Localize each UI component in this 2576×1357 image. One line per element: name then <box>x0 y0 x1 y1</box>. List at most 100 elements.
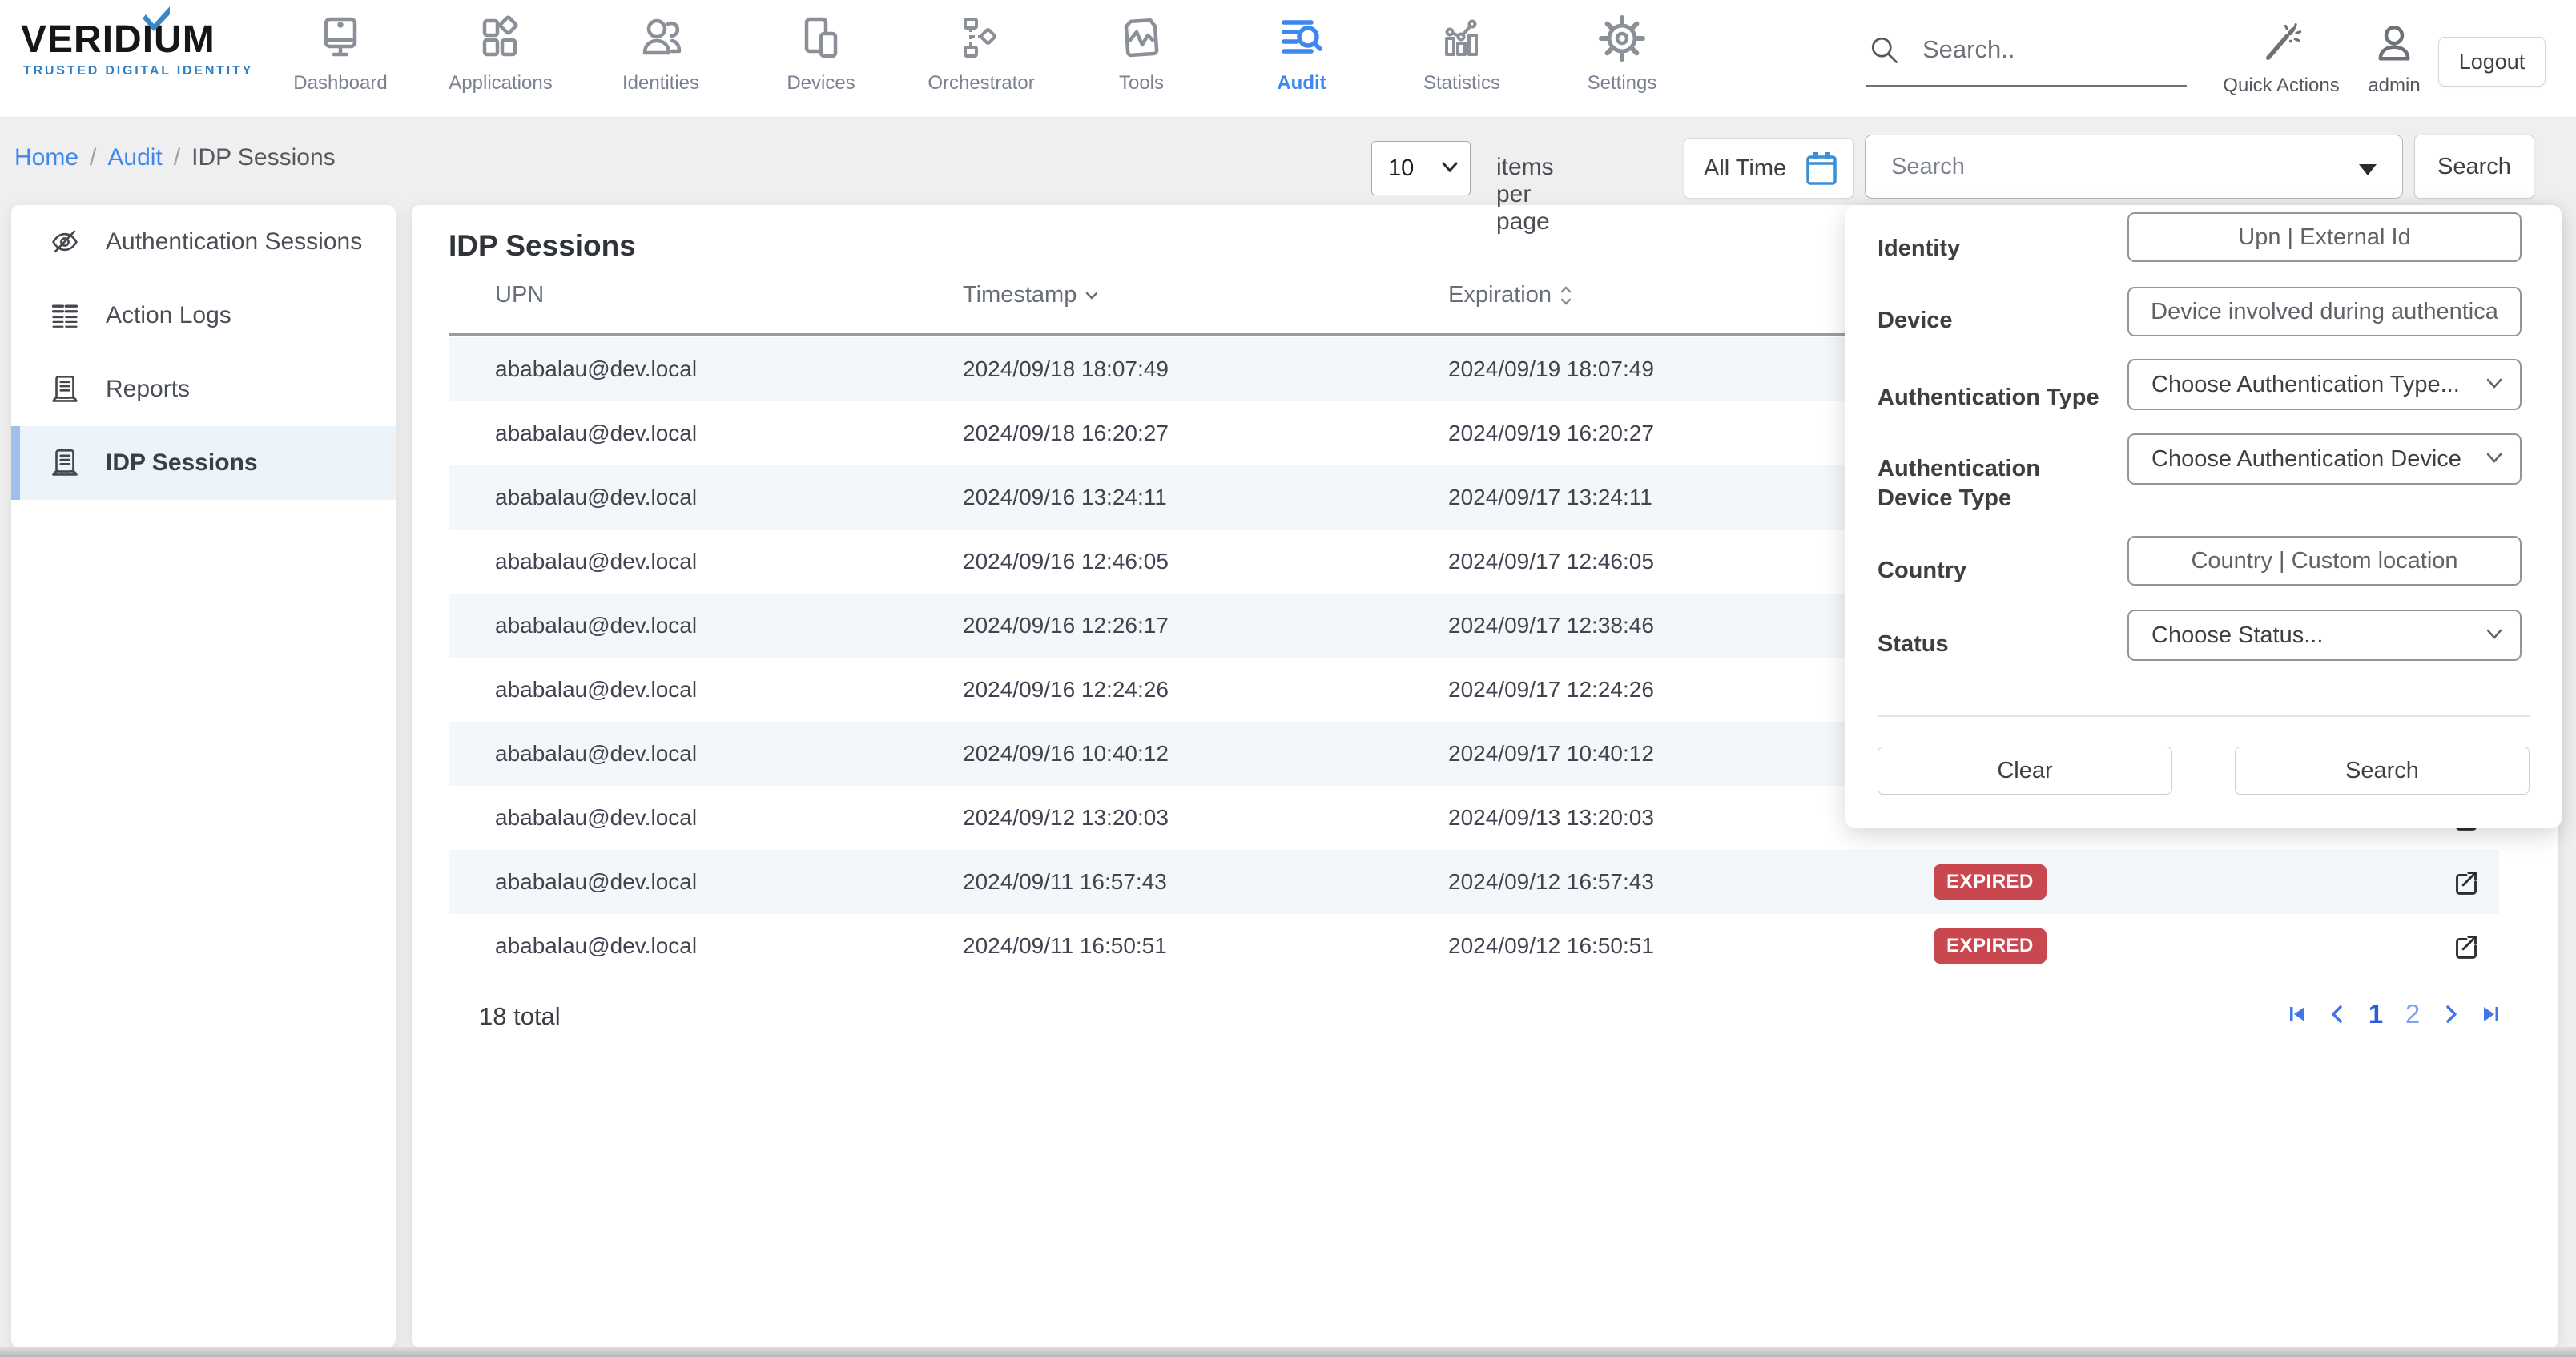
cell-timestamp: 2024/09/16 12:26:17 <box>963 594 1169 658</box>
cell-expiration: 2024/09/17 10:40:12 <box>1448 722 1654 786</box>
sidebar-item-idp-sessions[interactable]: IDP Sessions <box>11 426 396 500</box>
open-session-icon[interactable] <box>2448 864 2485 900</box>
cell-upn: ababalau@dev.local <box>495 914 697 978</box>
advanced-search-input[interactable] <box>1891 154 2324 180</box>
select-value: Choose Authentication Device <box>2151 446 2461 473</box>
advanced-search-combobox[interactable] <box>1865 135 2403 199</box>
country-filter-input[interactable] <box>2129 538 2520 584</box>
nav-item-tools[interactable]: Tools <box>1061 0 1222 118</box>
audit-icon <box>1276 13 1327 64</box>
nav-item-applications[interactable]: Applications <box>421 0 581 118</box>
sidebar-item-authentication-sessions[interactable]: Authentication Sessions <box>11 205 396 279</box>
page-title: IDP Sessions <box>449 229 636 263</box>
cell-upn: ababalau@dev.local <box>495 658 697 722</box>
nav-item-identities[interactable]: Identities <box>581 0 741 118</box>
breadcrumb: Home / Audit / IDP Sessions <box>14 144 336 171</box>
global-search-input[interactable] <box>1922 35 2163 64</box>
breadcrumb-audit-link[interactable]: Audit <box>107 144 162 171</box>
nav-item-dashboard[interactable]: Dashboard <box>260 0 421 118</box>
filter-label-authentication-type: Authentication Type <box>1878 383 2118 413</box>
items-per-page-select[interactable]: 10 <box>1371 141 1471 195</box>
statistics-icon <box>1436 13 1487 64</box>
table-row: ababalau@dev.local 2024/09/11 16:50:51 2… <box>449 914 2499 978</box>
time-filter-button[interactable]: All Time <box>1684 138 1854 199</box>
nav-label: Orchestrator <box>928 72 1034 95</box>
page-number-1[interactable]: 1 <box>2363 999 2389 1029</box>
breadcrumb-separator: / <box>174 144 180 171</box>
status-badge: EXPIRED <box>1934 928 2047 964</box>
column-header-expiration[interactable]: Expiration <box>1448 282 1572 308</box>
chevron-down-icon <box>1441 161 1459 174</box>
nav-label: Tools <box>1119 72 1164 95</box>
filter-label-identity: Identity <box>1878 234 2118 264</box>
logout-button[interactable]: Logout <box>2438 37 2546 87</box>
column-label: Timestamp <box>963 282 1077 308</box>
status-badge: EXPIRED <box>1934 864 2047 900</box>
column-label: Expiration <box>1448 282 1552 308</box>
audit-sidebar: Authentication Sessions Action Logs Repo… <box>11 205 396 1347</box>
cell-timestamp: 2024/09/16 12:46:05 <box>963 530 1169 594</box>
device-filter-input[interactable] <box>2129 288 2520 335</box>
cell-expiration: 2024/09/19 16:20:27 <box>1448 401 1654 465</box>
sort-both-icon <box>1560 285 1572 306</box>
open-session-icon[interactable] <box>2448 928 2485 964</box>
items-per-page-value: 10 <box>1388 155 1414 182</box>
column-header-upn[interactable]: UPN <box>495 282 544 308</box>
items-per-page-label: items per page <box>1496 154 1554 236</box>
sidebar-item-action-logs[interactable]: Action Logs <box>11 279 396 352</box>
identity-filter-field <box>2127 212 2522 262</box>
authentication-device-type-select[interactable]: Choose Authentication Device <box>2127 433 2522 485</box>
nav-item-settings[interactable]: Settings <box>1542 0 1702 118</box>
main-nav: Dashboard Applications Identities Device… <box>260 0 1702 118</box>
nav-label: Applications <box>449 72 552 95</box>
applications-icon <box>475 13 526 64</box>
user-icon <box>2371 22 2417 68</box>
cell-expiration: 2024/09/19 18:07:49 <box>1448 337 1654 401</box>
filter-label-device: Device <box>1878 306 2118 336</box>
search-icon <box>1866 32 1902 67</box>
chevron-down-icon <box>2485 451 2504 465</box>
last-page-button[interactable] <box>2477 1000 2506 1029</box>
column-label: UPN <box>495 282 544 308</box>
nav-item-devices[interactable]: Devices <box>741 0 901 118</box>
nav-label: Dashboard <box>293 72 387 95</box>
eye-off-icon <box>48 225 82 259</box>
cell-timestamp: 2024/09/11 16:57:43 <box>963 850 1167 914</box>
nav-label: Devices <box>787 72 855 95</box>
logo-checkmark-icon <box>141 5 173 32</box>
document-icon <box>48 372 82 406</box>
identity-filter-input[interactable] <box>2129 214 2520 260</box>
cell-expiration: 2024/09/17 12:24:26 <box>1448 658 1654 722</box>
nav-item-statistics[interactable]: Statistics <box>1382 0 1542 118</box>
cell-upn: ababalau@dev.local <box>495 786 697 850</box>
magic-wand-icon <box>2258 22 2304 68</box>
clear-filters-button[interactable]: Clear <box>1878 747 2172 795</box>
first-page-button[interactable] <box>2283 1000 2312 1029</box>
quick-actions-button[interactable]: Quick Actions <box>2223 22 2339 97</box>
status-select[interactable]: Choose Status... <box>2127 610 2522 661</box>
sidebar-item-label: Action Logs <box>106 302 231 329</box>
previous-page-button[interactable] <box>2323 1000 2352 1029</box>
logo-brand-text: VERIDIUM <box>21 18 215 61</box>
bottom-edge-strip <box>0 1347 2576 1357</box>
next-page-button[interactable] <box>2437 1000 2465 1029</box>
nav-item-orchestrator[interactable]: Orchestrator <box>901 0 1061 118</box>
breadcrumb-current: IDP Sessions <box>191 144 336 171</box>
cell-timestamp: 2024/09/18 16:20:27 <box>963 401 1169 465</box>
page-number-2[interactable]: 2 <box>2400 999 2425 1029</box>
user-menu[interactable]: admin <box>2368 22 2420 97</box>
devices-icon <box>795 13 847 64</box>
breadcrumb-home-link[interactable]: Home <box>14 144 78 171</box>
calendar-icon <box>1805 150 1838 187</box>
toolbar-search-button[interactable]: Search <box>2414 135 2534 199</box>
cell-upn: ababalau@dev.local <box>495 530 697 594</box>
cell-timestamp: 2024/09/16 10:40:12 <box>963 722 1169 786</box>
authentication-type-select[interactable]: Choose Authentication Type... <box>2127 359 2522 410</box>
sidebar-item-label: Reports <box>106 376 190 403</box>
nav-item-audit[interactable]: Audit <box>1222 0 1382 118</box>
sidebar-item-reports[interactable]: Reports <box>11 352 396 426</box>
apply-filters-button[interactable]: Search <box>2235 747 2530 795</box>
column-header-timestamp[interactable]: Timestamp <box>963 282 1099 308</box>
nav-label: Audit <box>1277 72 1326 95</box>
cell-upn: ababalau@dev.local <box>495 465 697 530</box>
